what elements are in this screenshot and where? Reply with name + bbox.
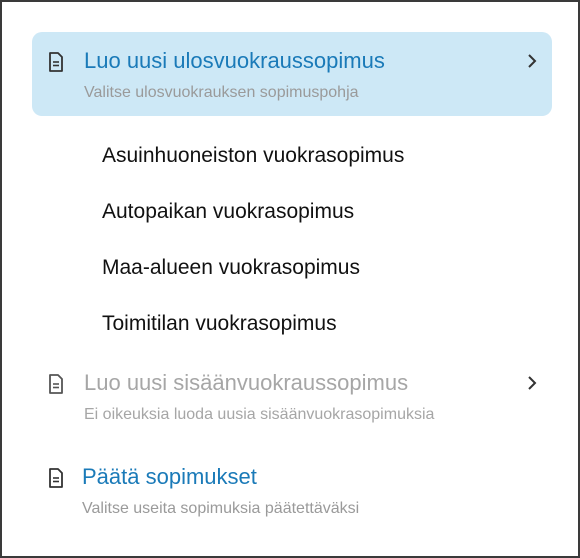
context-menu: Luo uusi ulosvuokraussopimus Valitse ulo… [0, 0, 580, 558]
create-outbound-lease-title: Luo uusi ulosvuokraussopimus [84, 48, 385, 73]
template-land-lease[interactable]: Maa-alueen vuokrasopimus [102, 242, 522, 298]
document-icon [49, 374, 63, 394]
create-outbound-lease-subtitle: Valitse ulosvuokrauksen sopimuspohja [84, 84, 359, 101]
lease-template-list: Asuinhuoneiston vuokrasopimus Autopaikan… [102, 130, 522, 354]
chevron-right-icon [528, 376, 537, 390]
terminate-contracts-subtitle: Valitse useita sopimuksia päätettäväksi [82, 500, 360, 517]
create-outbound-lease-item[interactable]: Luo uusi ulosvuokraussopimus Valitse ulo… [32, 32, 552, 116]
create-inbound-lease-title: Luo uusi sisäänvuokraussopimus [84, 370, 409, 395]
template-commercial-lease[interactable]: Toimitilan vuokrasopimus [102, 298, 522, 354]
create-inbound-lease-subtitle: Ei oikeuksia luoda uusia sisäänvuokrasop… [84, 406, 435, 423]
document-icon [49, 52, 63, 72]
template-residential-lease[interactable]: Asuinhuoneiston vuokrasopimus [102, 130, 522, 186]
create-inbound-lease-item: Luo uusi sisäänvuokraussopimus Ei oikeuk… [32, 354, 552, 438]
terminate-contracts-title: Päätä sopimukset [82, 464, 257, 489]
document-icon [49, 468, 63, 488]
template-parking-lease[interactable]: Autopaikan vuokrasopimus [102, 186, 522, 242]
terminate-contracts-item[interactable]: Päätä sopimukset Valitse useita sopimuks… [32, 448, 552, 532]
chevron-right-icon [528, 54, 537, 68]
